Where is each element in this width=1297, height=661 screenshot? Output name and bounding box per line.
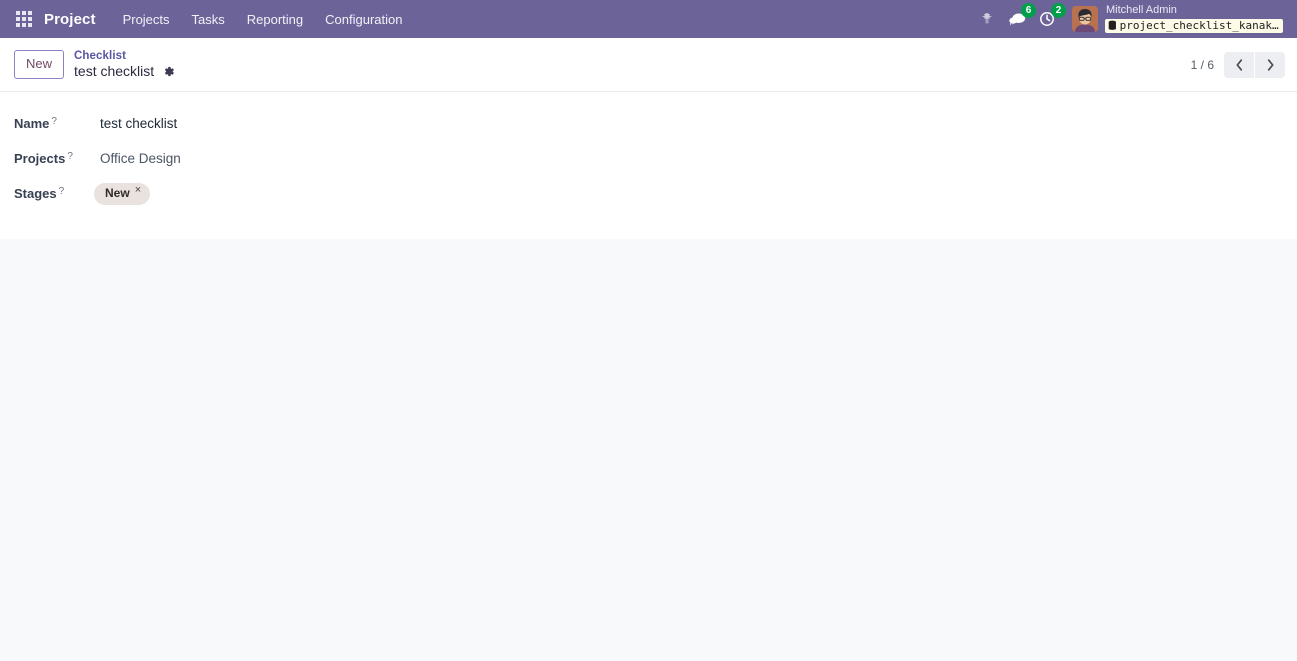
field-label-name: Name ? xyxy=(14,116,86,131)
control-panel-right: 1 / 6 xyxy=(1191,51,1285,78)
field-label-name-text: Name xyxy=(14,116,50,131)
field-row-stages: Stages ? New × xyxy=(0,182,1297,205)
tag-remove-icon[interactable]: × xyxy=(135,184,141,198)
activities-button[interactable]: 2 xyxy=(1034,3,1066,32)
breadcrumb-current-record: test checklist xyxy=(74,62,155,79)
database-icon xyxy=(1108,20,1116,31)
control-panel-left: New Checklist test checklist xyxy=(14,49,175,81)
field-value-stages[interactable]: New × xyxy=(86,182,151,205)
new-record-button[interactable]: New xyxy=(14,50,65,79)
menu-item-reporting[interactable]: Reporting xyxy=(236,4,314,35)
tag-stage-new[interactable]: New × xyxy=(94,182,151,205)
activities-counter: 2 xyxy=(1051,3,1066,18)
systray: 6 2 Mitchell Admin project_checklist_kan… xyxy=(972,3,1289,33)
top-navbar: Project Projects Tasks Reporting Configu… xyxy=(0,0,1297,38)
user-menu-button[interactable]: Mitchell Admin project_checklist_kanak_… xyxy=(1072,4,1285,33)
breadcrumb-current-row: test checklist xyxy=(74,63,175,81)
main-menu: Projects Tasks Reporting Configuration xyxy=(112,4,414,35)
field-label-stages-text: Stages xyxy=(14,186,57,201)
form-sheet: Name ? test checklist Projects ? Office … xyxy=(0,92,1297,239)
field-label-projects-text: Projects xyxy=(14,151,66,166)
tag-label: New xyxy=(105,185,130,200)
chevron-left-icon xyxy=(1235,58,1242,71)
pager-previous-button[interactable] xyxy=(1224,52,1254,78)
field-row-name: Name ? test checklist xyxy=(0,112,1297,135)
avatar xyxy=(1072,6,1098,32)
breadcrumb-parent-checklist[interactable]: Checklist xyxy=(74,49,175,63)
pager-next-button[interactable] xyxy=(1255,52,1285,78)
pager-buttons xyxy=(1224,51,1285,78)
field-help-stages[interactable]: ? xyxy=(59,186,65,197)
bug-icon xyxy=(982,13,992,24)
field-label-projects: Projects ? xyxy=(14,151,86,166)
field-value-name[interactable]: test checklist xyxy=(86,116,177,131)
menu-item-projects[interactable]: Projects xyxy=(112,4,181,35)
breadcrumb: Checklist test checklist xyxy=(74,49,175,81)
field-label-stages: Stages ? xyxy=(14,186,86,201)
field-help-name[interactable]: ? xyxy=(51,116,57,127)
control-panel: New Checklist test checklist 1 / 6 xyxy=(0,38,1297,92)
page-background xyxy=(0,239,1297,661)
app-brand-project[interactable]: Project xyxy=(44,11,96,28)
menu-item-configuration[interactable]: Configuration xyxy=(314,4,413,35)
form-view: Name ? test checklist Projects ? Office … xyxy=(0,92,1297,239)
field-row-projects: Projects ? Office Design xyxy=(0,147,1297,170)
chevron-right-icon xyxy=(1267,58,1274,71)
field-help-projects[interactable]: ? xyxy=(67,151,73,162)
database-name: project_checklist_kanak_… xyxy=(1119,20,1279,32)
apps-grid-icon xyxy=(16,11,32,27)
messages-button[interactable]: 6 xyxy=(1004,3,1036,32)
pager-value[interactable]: 1 / 6 xyxy=(1191,58,1216,72)
gear-icon[interactable] xyxy=(161,65,175,79)
menu-item-tasks[interactable]: Tasks xyxy=(181,4,236,35)
debug-menu-button[interactable] xyxy=(974,6,1000,32)
user-name: Mitchell Admin xyxy=(1106,4,1177,17)
user-info: Mitchell Admin project_checklist_kanak_… xyxy=(1105,4,1283,33)
apps-menu-button[interactable] xyxy=(10,5,38,33)
database-badge: project_checklist_kanak_… xyxy=(1105,19,1283,33)
field-value-projects[interactable]: Office Design xyxy=(86,151,181,166)
